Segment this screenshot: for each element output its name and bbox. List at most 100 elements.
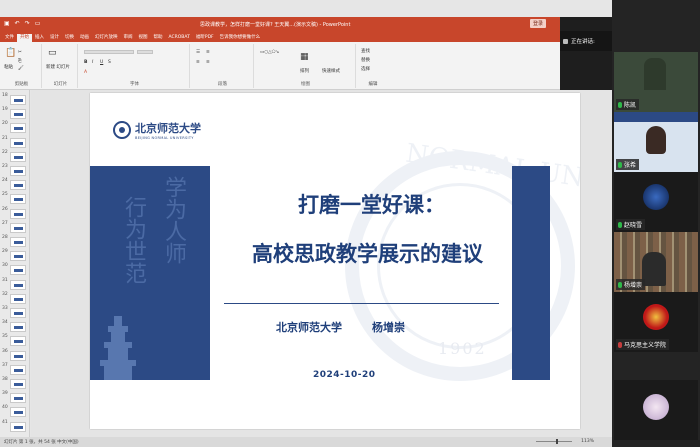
tab-view[interactable]: 视图	[136, 34, 151, 42]
tab-animations[interactable]: 动画	[77, 34, 92, 42]
tab-review[interactable]: 审阅	[121, 34, 136, 42]
tab-transitions[interactable]: 切换	[62, 34, 77, 42]
shapes-gallery[interactable]: ▭○△⬠↘	[260, 50, 279, 55]
paste-button[interactable]: 粘贴	[4, 64, 13, 70]
participant-tile[interactable]: 赵晓雪	[614, 172, 698, 232]
slide-number: 27	[2, 220, 8, 226]
slide-thumbnail[interactable]: 37	[2, 363, 28, 377]
slide-thumbnail[interactable]: 27	[2, 221, 28, 235]
slide-thumbnail[interactable]: 18	[2, 93, 28, 107]
numbering-icon[interactable]: ≡	[206, 50, 210, 55]
slide-thumbnail[interactable]: 24	[2, 178, 28, 192]
participant-label: 赵晓雪	[616, 219, 646, 230]
font-size-select[interactable]	[137, 50, 153, 54]
select-button[interactable]: 选择	[361, 66, 370, 72]
participant-tile[interactable]: 马克思主义学院	[614, 292, 698, 352]
italic-button[interactable]: I	[92, 60, 93, 65]
slide-thumbnail[interactable]: 22	[2, 150, 28, 164]
copy-icon[interactable]: ⎘	[18, 58, 22, 64]
tab-foxit-pdf[interactable]: 福昕PDF	[193, 34, 217, 42]
slide-thumbnail[interactable]: 28	[2, 235, 28, 249]
redo-icon[interactable]: ↷	[25, 20, 30, 28]
ribbon: 📋 粘贴 ✂ ⎘ 🖌 剪贴板 ▭ 新建 幻灯片 幻灯片 B I U S A 字体	[0, 42, 560, 90]
slide-thumbnail[interactable]: 25	[2, 192, 28, 206]
slide-thumbnail[interactable]: 40	[2, 405, 28, 419]
current-slide[interactable]: NORMAL UNIV 1902 北京师范大学 BEIJING NORMAL U…	[90, 93, 580, 429]
slide-preview	[10, 350, 26, 361]
participant-tile[interactable]: 张希	[614, 112, 698, 172]
slide-thumbnail[interactable]: 41	[2, 420, 28, 434]
tab-help[interactable]: 帮助	[151, 34, 166, 42]
bullets-icon[interactable]: ☰	[196, 50, 200, 55]
powerpoint-window: ▣ ↶ ↷ ▭ 思政课教学，怎样打磨一堂好课? 王天翼...(演示文稿) - P…	[0, 0, 612, 447]
underline-button[interactable]: U	[100, 60, 103, 65]
participant-tile[interactable]	[614, 380, 698, 440]
paste-icon[interactable]: 📋	[5, 48, 16, 58]
slide-thumbnail[interactable]: 35	[2, 334, 28, 348]
tell-me-search[interactable]: 告诉我你想要做什么	[217, 34, 264, 42]
slide-thumbnail[interactable]: 32	[2, 292, 28, 306]
find-button[interactable]: 查找	[361, 48, 370, 54]
speaking-indicator: 正在讲话:	[560, 31, 612, 51]
arrange-icon[interactable]: ▦	[300, 52, 309, 62]
group-label: 剪贴板	[14, 82, 29, 87]
tab-design[interactable]: 设计	[47, 34, 62, 42]
participant-label: 陈凯	[616, 99, 640, 110]
slide-thumbnail[interactable]: 38	[2, 377, 28, 391]
slide-thumbnail-pane[interactable]: 18 19 20 21 22 23 24 25 26 27 28 29 30 31 32 33 34 35 36 37…	[0, 90, 30, 437]
font-name-select[interactable]	[84, 50, 134, 54]
slide-editing-area: NORMAL UNIV 1902 北京师范大学 BEIJING NORMAL U…	[31, 90, 612, 437]
start-slideshow-icon[interactable]: ▭	[35, 20, 41, 28]
slide-preview	[10, 180, 26, 191]
slide-thumbnail[interactable]: 36	[2, 349, 28, 363]
tab-file[interactable]: 文件	[2, 34, 17, 42]
tab-insert[interactable]: 插入	[32, 34, 47, 42]
participant-tile[interactable]: 杨增崇	[614, 232, 698, 292]
tab-slideshow[interactable]: 幻灯片放映	[92, 34, 121, 42]
slide-thumbnail[interactable]: 34	[2, 320, 28, 334]
tab-acrobat[interactable]: ACROBAT	[166, 35, 193, 42]
shadow-button[interactable]: S	[108, 60, 111, 65]
new-slide-button[interactable]: 新建 幻灯片	[46, 64, 70, 70]
slide-thumbnail[interactable]: 33	[2, 306, 28, 320]
slide-number: 18	[2, 93, 8, 98]
group-label: 编辑	[368, 82, 378, 87]
slide-thumbnail[interactable]: 30	[2, 263, 28, 277]
slide-thumbnail[interactable]: 21	[2, 136, 28, 150]
slide-thumbnail[interactable]: 29	[2, 249, 28, 263]
slide-preview	[10, 194, 26, 205]
quick-access-toolbar: ▣ ↶ ↷ ▭	[4, 20, 40, 28]
slide-thumbnail[interactable]: 39	[2, 391, 28, 405]
quick-styles-button[interactable]: 快速样式	[322, 68, 340, 74]
avatar	[643, 394, 669, 420]
slide-thumbnail[interactable]: 20	[2, 121, 28, 135]
slide-thumbnail[interactable]: 26	[2, 207, 28, 221]
font-color-icon[interactable]: A	[84, 70, 87, 75]
cut-icon[interactable]: ✂	[18, 50, 22, 55]
slide-preview	[10, 222, 26, 233]
slide-thumbnail[interactable]: 23	[2, 164, 28, 178]
replace-button[interactable]: 替换	[361, 57, 370, 63]
tab-home[interactable]: 开始	[17, 34, 32, 42]
slide-preview	[10, 279, 26, 290]
participant-label: 张希	[616, 159, 640, 170]
bold-button[interactable]: B	[84, 60, 87, 65]
zoom-level[interactable]: 113%	[581, 439, 594, 444]
slide-thumbnail[interactable]: 19	[2, 107, 28, 121]
participant-tile[interactable]: 陈凯	[614, 52, 698, 112]
slide-number: 37	[2, 362, 8, 368]
undo-icon[interactable]: ↶	[15, 20, 20, 28]
format-painter-icon[interactable]: 🖌	[18, 66, 24, 71]
new-slide-icon[interactable]: ▭	[48, 48, 57, 58]
align-left-icon[interactable]: ≡	[196, 60, 200, 65]
right-blue-panel	[512, 166, 550, 380]
mic-on-icon	[618, 281, 622, 288]
arrange-button[interactable]: 排列	[300, 68, 309, 74]
zoom-slider[interactable]	[536, 439, 572, 444]
align-center-icon[interactable]: ≡	[206, 60, 210, 65]
sign-in-button[interactable]: 登录	[529, 19, 546, 28]
save-icon[interactable]: ▣	[4, 20, 10, 28]
slide-preview	[10, 308, 26, 318]
participant-name: 马克思主义学院	[624, 342, 667, 349]
slide-thumbnail[interactable]: 31	[2, 278, 28, 292]
